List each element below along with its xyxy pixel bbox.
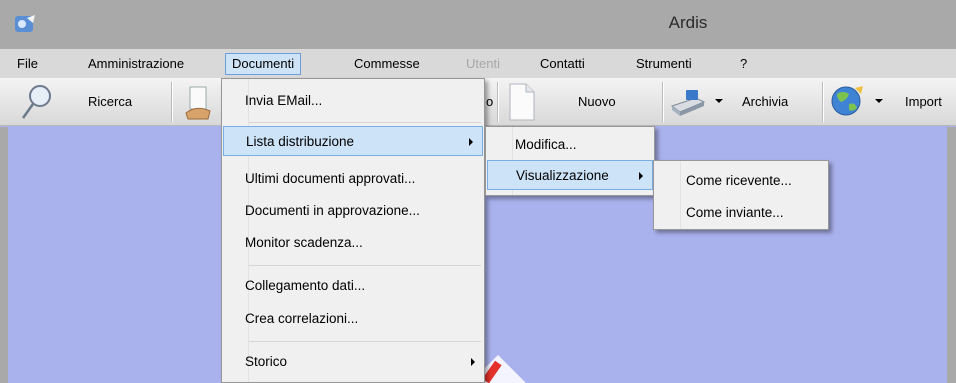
menu-item-documenti-approvazione[interactable]: Documenti in approvazione... bbox=[222, 196, 484, 226]
toolbar-separator bbox=[662, 82, 663, 122]
lista-distribuzione-submenu: Modifica... Visualizzazione bbox=[485, 126, 655, 196]
menu-strumenti[interactable]: Strumenti bbox=[636, 54, 692, 74]
menu-item-storico[interactable]: Storico bbox=[222, 347, 484, 377]
submenu-arrow-icon bbox=[639, 172, 643, 180]
menu-item-come-ricevente[interactable]: Come ricevente... bbox=[654, 166, 828, 196]
menu-item-come-inviante[interactable]: Come inviante... bbox=[654, 198, 828, 228]
archive-label: Archivia bbox=[742, 94, 789, 109]
menu-amministrazione[interactable]: Amministrazione bbox=[88, 54, 184, 74]
toolbar-separator bbox=[171, 82, 172, 122]
menu-item-ultimi-documenti[interactable]: Ultimi documenti approvati... bbox=[222, 164, 484, 194]
globe-icon bbox=[831, 86, 863, 116]
archive-drive-icon bbox=[670, 90, 706, 116]
chevron-down-icon[interactable] bbox=[715, 99, 723, 103]
new-document-icon bbox=[509, 83, 535, 121]
new-label: Nuovo bbox=[578, 94, 616, 109]
menu-contatti[interactable]: Contatti bbox=[540, 54, 585, 74]
documenti-menu: Invia EMail... Lista distribuzione Ultim… bbox=[221, 78, 485, 383]
visualizzazione-submenu: Come ricevente... Come inviante... bbox=[653, 160, 829, 230]
submenu-arrow-icon bbox=[469, 138, 473, 146]
menu-commesse[interactable]: Commesse bbox=[354, 54, 420, 74]
document-hand-icon[interactable] bbox=[184, 85, 214, 121]
menu-item-invia-email[interactable]: Invia EMail... bbox=[222, 86, 484, 116]
window-title: Ardis bbox=[668, 13, 708, 32]
menu-documenti[interactable]: Documenti bbox=[225, 53, 302, 75]
menu-separator bbox=[249, 265, 481, 266]
menu-item-visualizzazione[interactable]: Visualizzazione bbox=[487, 160, 653, 190]
menu-item-modifica[interactable]: Modifica... bbox=[486, 130, 654, 160]
new-button[interactable]: Nuovo bbox=[504, 78, 659, 126]
magnifier-icon bbox=[21, 85, 51, 119]
search-button[interactable]: Ricerca bbox=[14, 78, 164, 126]
import-label: Import bbox=[905, 94, 942, 109]
submenu-arrow-icon bbox=[471, 358, 475, 366]
menu-item-crea-correlazioni[interactable]: Crea correlazioni... bbox=[222, 304, 484, 334]
import-button[interactable]: Import bbox=[827, 78, 956, 126]
menu-item-lista-distribuzione[interactable]: Lista distribuzione bbox=[223, 126, 483, 156]
menu-utenti: Utenti bbox=[466, 56, 500, 71]
chevron-down-icon[interactable] bbox=[875, 99, 883, 103]
title-bar: Ardis bbox=[0, 0, 956, 49]
menu-help[interactable]: ? bbox=[740, 54, 747, 74]
toolbar-separator bbox=[822, 82, 823, 122]
search-label: Ricerca bbox=[88, 94, 133, 109]
menu-separator bbox=[249, 122, 481, 123]
archive-button[interactable]: Archivia bbox=[668, 78, 818, 126]
menu-item-label: Visualizzazione bbox=[516, 168, 609, 183]
toolbar-separator bbox=[497, 82, 498, 122]
menu-item-collegamento-dati[interactable]: Collegamento dati... bbox=[222, 271, 484, 301]
menu-separator bbox=[249, 341, 481, 342]
menu-item-monitor-scadenza[interactable]: Monitor scadenza... bbox=[222, 228, 484, 258]
menu-item-label: Lista distribuzione bbox=[246, 134, 355, 149]
menu-bar: File Amministrazione Documenti Commesse … bbox=[0, 49, 956, 78]
hidden-button-label: o bbox=[486, 94, 494, 109]
menu-item-label: Storico bbox=[245, 354, 288, 369]
menu-file[interactable]: File bbox=[17, 54, 38, 74]
